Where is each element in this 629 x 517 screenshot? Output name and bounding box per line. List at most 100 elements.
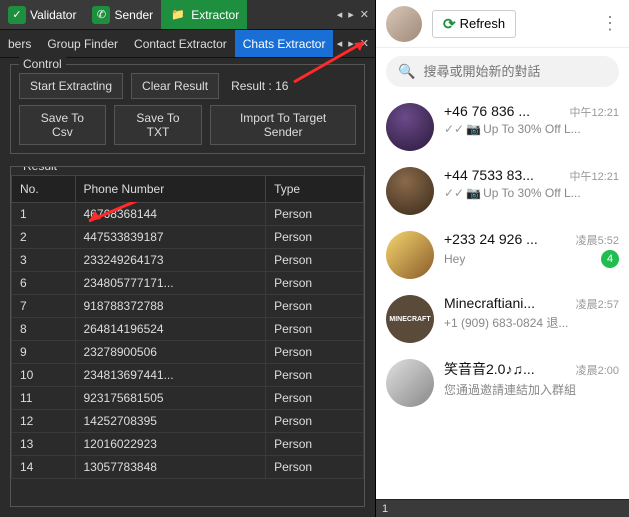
cell-no: 6	[12, 272, 76, 295]
tab-extractor[interactable]: 📁 Extractor	[161, 0, 247, 29]
tabs-next-icon[interactable]: ▸	[348, 8, 354, 21]
chat-item[interactable]: +44 7533 83... 中午12:21 ✓✓ 📷 Up To 30% Of…	[376, 159, 629, 223]
folder-icon: 📁	[169, 6, 187, 24]
subtabs-prev-icon[interactable]: ◂	[337, 37, 343, 50]
results-table: No. Phone Number Type 146768368144Person…	[11, 175, 364, 479]
chat-msg: ✓✓ 📷 Up To 30% Off L...	[444, 186, 581, 200]
chat-item[interactable]: 笑音音2.0♪♫... 凌晨2:00 您通過邀請連結加入群組	[376, 351, 629, 415]
ticks-icon: ✓✓	[444, 122, 464, 136]
chat-item[interactable]: +233 24 926 ... 凌晨5:52 Hey 4	[376, 223, 629, 287]
subtab-chats-extractor[interactable]: Chats Extractor	[235, 30, 334, 57]
cell-type: Person	[266, 295, 364, 318]
table-row[interactable]: 3233249264173Person	[12, 249, 364, 272]
chat-avatar	[386, 167, 434, 215]
clear-result-button[interactable]: Clear Result	[131, 73, 219, 99]
subtab-group-finder[interactable]: Group Finder	[39, 30, 126, 57]
cell-phone: 233249264173	[75, 249, 266, 272]
table-row[interactable]: 2447533839187Person	[12, 226, 364, 249]
subtabs-next-icon[interactable]: ▸	[348, 37, 354, 50]
subtab-contact-extractor[interactable]: Contact Extractor	[126, 30, 235, 57]
tab-validator[interactable]: ✓ Validator	[0, 0, 84, 29]
tabs-close-icon[interactable]: ✕	[360, 8, 369, 21]
tab-extractor-label: Extractor	[191, 8, 239, 22]
chat-avatar	[386, 359, 434, 407]
cell-type: Person	[266, 341, 364, 364]
cell-no: 2	[12, 226, 76, 249]
save-to-txt-button[interactable]: Save To TXT	[114, 105, 202, 145]
control-box: Control Start Extracting Clear Result Re…	[10, 64, 365, 154]
table-row[interactable]: 1413057783848Person	[12, 456, 364, 479]
phone-icon: ✆	[92, 6, 110, 24]
cell-phone: 264814196524	[75, 318, 266, 341]
table-row[interactable]: 1214252708395Person	[12, 410, 364, 433]
tabs-prev-icon[interactable]: ◂	[337, 8, 343, 21]
cell-no: 10	[12, 364, 76, 387]
cell-type: Person	[266, 387, 364, 410]
chat-list[interactable]: +46 76 836 ... 中午12:21 ✓✓ 📷 Up To 30% Of…	[376, 95, 629, 499]
cell-no: 3	[12, 249, 76, 272]
chat-time: 中午12:21	[569, 104, 619, 120]
menu-dots-icon[interactable]: ⋮	[601, 13, 619, 34]
cell-phone: 447533839187	[75, 226, 266, 249]
profile-avatar[interactable]	[386, 6, 422, 42]
refresh-button[interactable]: ⟳ Refresh	[432, 10, 516, 38]
subtab-bers[interactable]: bers	[0, 30, 39, 57]
chat-item[interactable]: MINECRAFT Minecraftiani... 凌晨2:57 +1 (90…	[376, 287, 629, 351]
table-row[interactable]: 8264814196524Person	[12, 318, 364, 341]
chat-time: 中午12:21	[569, 168, 619, 184]
chat-name: 笑音音2.0♪♫...	[444, 359, 535, 379]
search-input[interactable]	[423, 64, 607, 79]
start-extracting-button[interactable]: Start Extracting	[19, 73, 123, 99]
result-box: Result No. Phone Number Type 14676836814…	[10, 166, 365, 507]
table-row[interactable]: 6234805777171...Person	[12, 272, 364, 295]
cell-type: Person	[266, 318, 364, 341]
chat-time: 凌晨2:00	[576, 362, 619, 378]
cell-phone: 923175681505	[75, 387, 266, 410]
cell-type: Person	[266, 410, 364, 433]
cell-phone: 23278900506	[75, 341, 266, 364]
col-no[interactable]: No.	[12, 176, 76, 203]
chat-msg-text: 您通過邀請連結加入群組	[444, 381, 576, 398]
save-to-csv-button[interactable]: Save To Csv	[19, 105, 106, 145]
chat-item[interactable]: +46 76 836 ... 中午12:21 ✓✓ 📷 Up To 30% Of…	[376, 95, 629, 159]
tab-sender[interactable]: ✆ Sender	[84, 0, 161, 29]
cell-no: 8	[12, 318, 76, 341]
cell-phone: 918788372788	[75, 295, 266, 318]
camera-icon: 📷	[466, 186, 481, 200]
chat-msg-text: Up To 30% Off L...	[483, 186, 581, 200]
cell-no: 13	[12, 433, 76, 456]
import-to-target-button[interactable]: Import To Target Sender	[210, 105, 356, 145]
status-bar: 1	[376, 499, 629, 517]
result-title: Result	[19, 166, 61, 173]
cell-no: 11	[12, 387, 76, 410]
table-row[interactable]: 1312016022923Person	[12, 433, 364, 456]
tab-sender-label: Sender	[114, 8, 153, 22]
top-tabs: ✓ Validator ✆ Sender 📁 Extractor ◂ ▸ ✕	[0, 0, 375, 30]
col-phone[interactable]: Phone Number	[75, 176, 266, 203]
table-row[interactable]: 7918788372788Person	[12, 295, 364, 318]
table-row[interactable]: 146768368144Person	[12, 203, 364, 226]
table-row[interactable]: 11923175681505Person	[12, 387, 364, 410]
search-box[interactable]: 🔍	[386, 56, 619, 87]
col-type[interactable]: Type	[266, 176, 364, 203]
cell-no: 12	[12, 410, 76, 433]
chat-msg-text: Up To 30% Off L...	[483, 122, 581, 136]
cell-no: 9	[12, 341, 76, 364]
tab-validator-label: Validator	[30, 8, 76, 22]
cell-no: 1	[12, 203, 76, 226]
search-icon: 🔍	[398, 63, 415, 80]
cell-phone: 46768368144	[75, 203, 266, 226]
table-row[interactable]: 10234813697441...Person	[12, 364, 364, 387]
chat-name: +44 7533 83...	[444, 167, 534, 183]
refresh-icon: ⟳	[443, 15, 456, 33]
cell-no: 14	[12, 456, 76, 479]
cell-type: Person	[266, 364, 364, 387]
right-header: ⟳ Refresh ⋮	[376, 0, 629, 48]
table-row[interactable]: 923278900506Person	[12, 341, 364, 364]
cell-type: Person	[266, 249, 364, 272]
subtabs-close-icon[interactable]: ✕	[360, 37, 369, 50]
chat-msg: ✓✓ 📷 Up To 30% Off L...	[444, 122, 581, 136]
chat-avatar	[386, 103, 434, 151]
ticks-icon: ✓✓	[444, 186, 464, 200]
chat-msg-text: Hey	[444, 252, 465, 266]
